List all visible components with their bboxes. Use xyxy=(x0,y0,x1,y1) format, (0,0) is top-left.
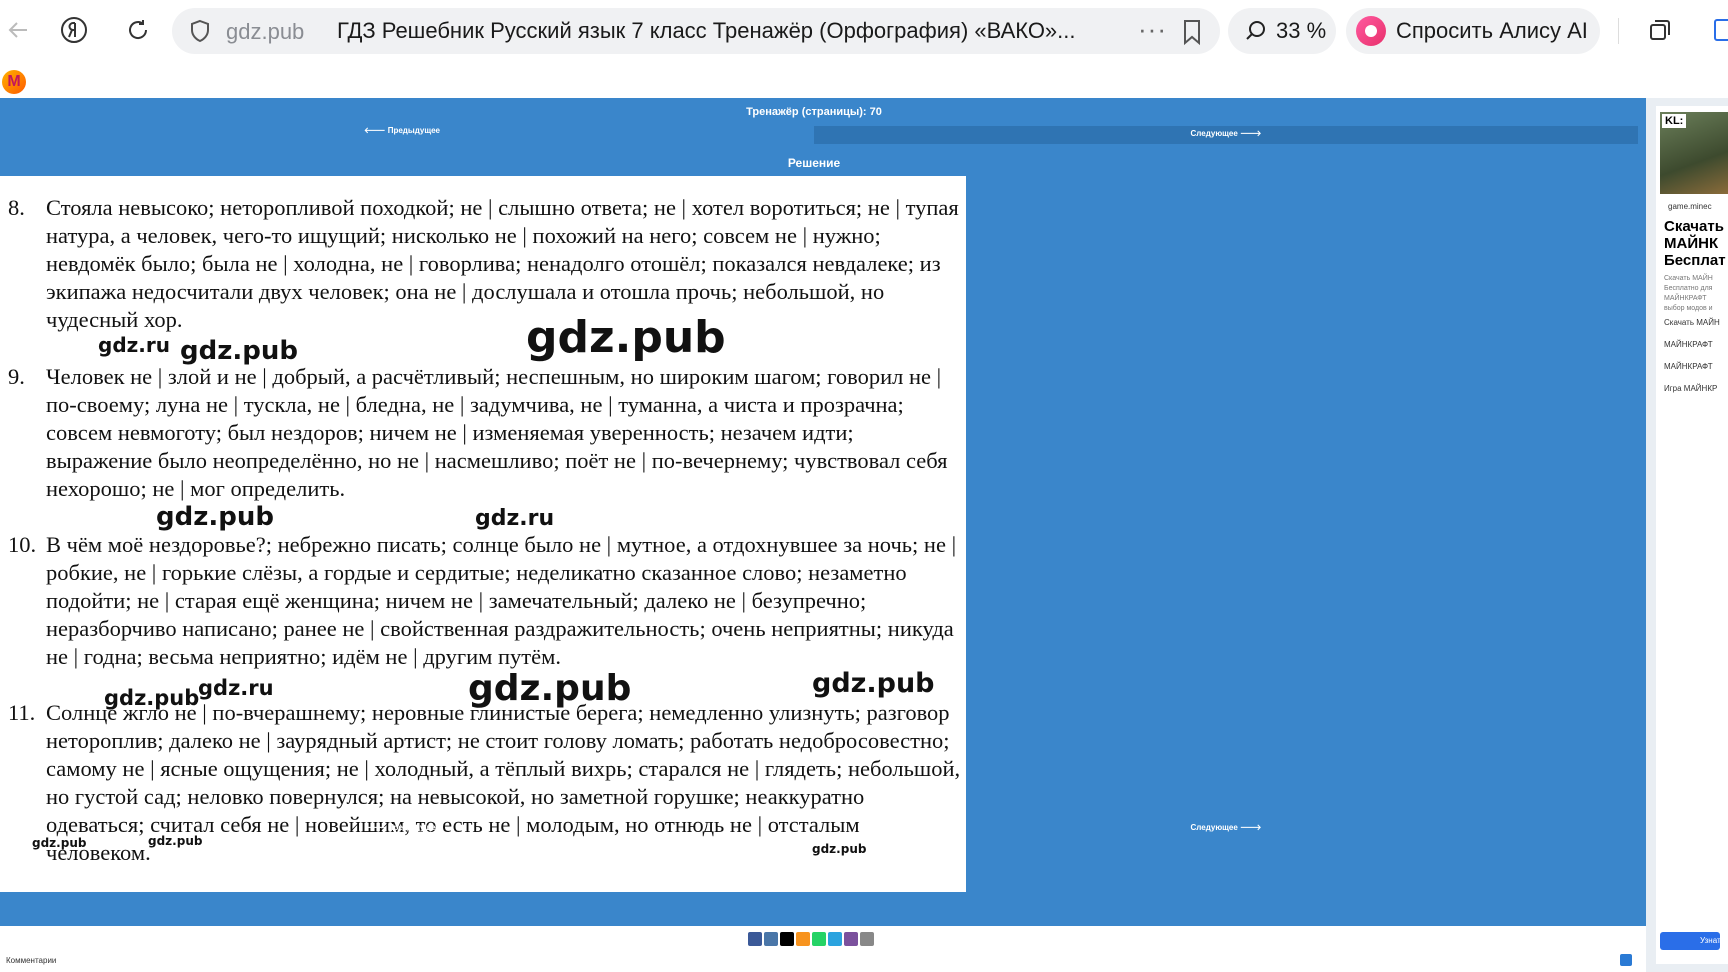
next-link-bottom[interactable]: Следующее 🡒 xyxy=(814,822,1638,832)
more-icon[interactable]: ··· xyxy=(1138,14,1167,45)
ad-image[interactable]: KL: xyxy=(1660,112,1728,194)
watermark: gdz.pub xyxy=(468,668,632,709)
watermark: gdz.ru xyxy=(198,676,274,700)
bookmark-icon[interactable] xyxy=(1180,18,1204,46)
yandex-icon[interactable] xyxy=(56,12,92,48)
ad-headline-line: Бесплат xyxy=(1664,252,1726,269)
next-link[interactable]: Следующее 🡒 xyxy=(814,126,1638,144)
ad-desc-line: Скачать МАЙН xyxy=(1664,275,1713,282)
ad-link[interactable]: Игра МАЙНКР xyxy=(1664,384,1717,393)
ad-headline[interactable]: Скачать МАЙНК Бесплат xyxy=(1664,218,1726,269)
zoom-button[interactable]: 33 % xyxy=(1228,8,1336,54)
page-heading: Тренажёр (страницы): 70 xyxy=(746,106,882,118)
bookmarks-bar: M xyxy=(0,62,1728,98)
watermark: gdz.pub xyxy=(526,312,726,363)
ad-description: Скачать МАЙН Бесплатно для МАЙНКРАФТ выб… xyxy=(1664,274,1713,314)
more-share-icon[interactable] xyxy=(860,932,874,946)
back-icon[interactable] xyxy=(0,12,36,48)
comments-label: Комментарии xyxy=(6,956,57,965)
zoom-search-icon xyxy=(1246,21,1265,40)
answer-number: 11. xyxy=(8,700,36,725)
collections-icon[interactable] xyxy=(1642,12,1678,48)
browser-toolbar: gdz.pub ГДЗ Решебник Русский язык 7 клас… xyxy=(0,0,1728,62)
watermark: gdz.pub xyxy=(812,842,867,856)
answer-number: 8. xyxy=(8,195,25,220)
facebook-icon[interactable] xyxy=(748,932,762,946)
watermark: gdz.pub xyxy=(812,668,935,699)
telegram-icon[interactable] xyxy=(828,932,842,946)
shield-icon[interactable] xyxy=(188,19,212,43)
page-title-in-address: ГДЗ Решебник Русский язык 7 класс Тренаж… xyxy=(337,18,1076,43)
whatsapp-icon[interactable] xyxy=(812,932,826,946)
toolbar-divider xyxy=(1618,18,1619,44)
alice-icon xyxy=(1356,16,1386,46)
watermark: gdz.pub xyxy=(104,686,200,710)
ad-headline-line: МАЙНК xyxy=(1664,235,1719,252)
alice-label: Спросить Алису AI xyxy=(1396,18,1588,43)
watermark: gdz.pub xyxy=(180,336,298,366)
bookmark-favicon-icon[interactable]: M xyxy=(2,70,26,94)
address-bar[interactable]: gdz.pub ГДЗ Решебник Русский язык 7 клас… xyxy=(172,8,1220,54)
x-icon[interactable] xyxy=(780,932,794,946)
page-body: Тренажёр (страницы): 70 🡐 Предыдущее Сле… xyxy=(0,98,1646,972)
watermark: gdz.pub xyxy=(32,836,87,850)
zoom-value: 33 % xyxy=(1276,18,1327,43)
ad-link[interactable]: МАЙНКРАФТ xyxy=(1664,340,1713,349)
ad-link[interactable]: МАЙНКРАФТ xyxy=(1664,362,1713,371)
solution-label: Решение xyxy=(787,156,841,170)
address-domain: gdz.pub xyxy=(226,19,305,44)
watermark: gdz.ru xyxy=(98,333,170,357)
ad-desc-line: МАЙНКРАФТ xyxy=(1664,295,1707,302)
answer-text: В чём моё нездоровье?; небрежно писать; … xyxy=(46,532,957,669)
answer-text: Человек не | злой и не | добрый, а расчё… xyxy=(46,364,948,501)
previous-link-bottom[interactable]: 🡐 Предыдущее xyxy=(0,822,804,832)
ad-card[interactable]: KL: game.minec Скачать МАЙНК Бесплат Ска… xyxy=(1656,106,1728,964)
watermark: gdz.pub xyxy=(156,502,274,532)
answer-number: 10. xyxy=(8,532,37,557)
ad-badge: KL: xyxy=(1662,114,1687,128)
answer-number: 9. xyxy=(8,364,25,389)
watermark: gdz.pub xyxy=(148,834,203,848)
ad-button[interactable]: Узнат xyxy=(1660,932,1721,950)
ask-alice-button[interactable]: Спросить Алису AI xyxy=(1346,8,1600,54)
ad-source: game.minec xyxy=(1668,202,1712,211)
ad-desc-line: Бесплатно для xyxy=(1664,285,1713,292)
previous-link[interactable]: 🡐 Предыдущее xyxy=(0,124,804,138)
vk-widget-icon[interactable] xyxy=(1620,954,1632,966)
viber-icon[interactable] xyxy=(844,932,858,946)
sidebar-icon[interactable] xyxy=(1706,12,1728,48)
reload-icon[interactable] xyxy=(120,12,156,48)
ad-desc-line: выбор модов и xyxy=(1664,305,1713,312)
ad-column: KL: game.minec Скачать МАЙНК Бесплат Ска… xyxy=(1646,98,1728,972)
solution-image: 8. Стояла невысоко; неторопливой походко… xyxy=(0,176,966,892)
ad-headline-line: Скачать xyxy=(1664,218,1724,235)
watermark: gdz.ru xyxy=(475,506,555,531)
ad-link[interactable]: Скачать МАЙН xyxy=(1664,318,1720,327)
vk-icon[interactable] xyxy=(764,932,778,946)
answer-text: Стояла невысоко; неторопливой походкой; … xyxy=(46,195,959,332)
odnoklassniki-icon[interactable] xyxy=(796,932,810,946)
share-buttons xyxy=(748,932,874,946)
